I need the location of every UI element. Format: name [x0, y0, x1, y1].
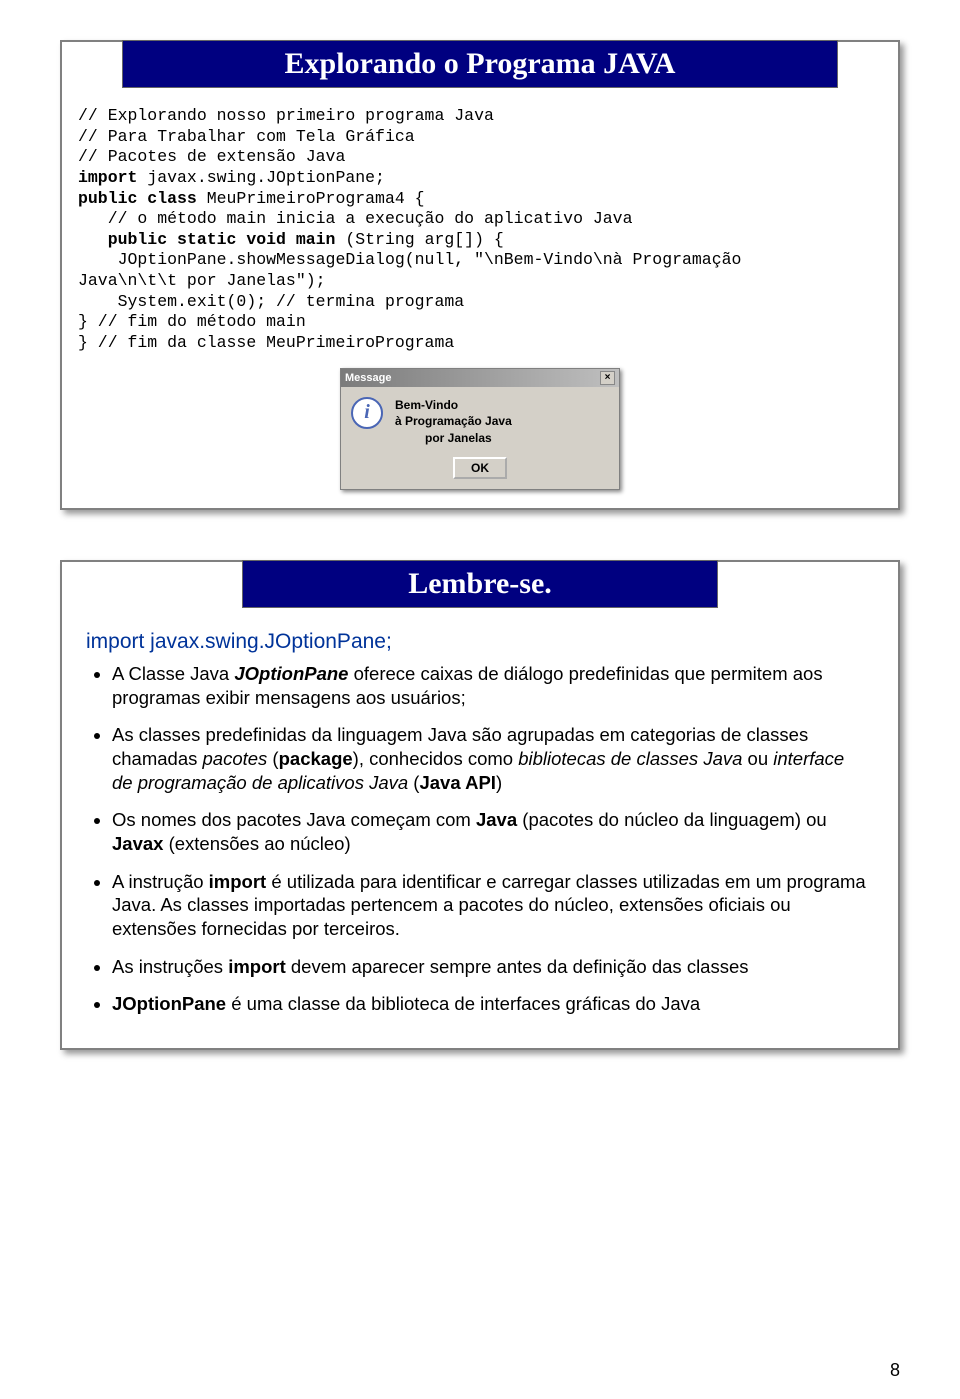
code-line: // o método main inicia a execução do ap…	[78, 209, 633, 228]
code-block: // Explorando nosso primeiro programa Ja…	[62, 106, 898, 354]
code-line: (String arg[]) {	[335, 230, 503, 249]
text: é uma classe da biblioteca de interfaces…	[226, 993, 700, 1014]
list-item: As instruções import devem aparecer semp…	[112, 955, 868, 979]
text: As instruções	[112, 956, 228, 977]
code-keyword: public class	[78, 189, 197, 208]
code-keyword: import	[78, 168, 137, 187]
text-bold: Javax	[112, 833, 163, 854]
text: A Classe Java	[112, 663, 234, 684]
slide1-title: Explorando o Programa JAVA	[122, 40, 838, 88]
slide-explorando: Explorando o Programa JAVA // Explorando…	[60, 40, 900, 510]
code-line: System.exit(0); // termina programa	[78, 292, 464, 311]
text: ou	[742, 748, 773, 769]
dialog-text-line: Bem-Vindo	[395, 398, 458, 412]
page-number: 8	[890, 1360, 900, 1381]
code-keyword: public static void main	[78, 230, 335, 249]
text: (	[267, 748, 278, 769]
bullet-list: A Classe Java JOptionPane oferece caixas…	[62, 662, 898, 1016]
code-line: } // fim da classe MeuPrimeiroPrograma	[78, 333, 454, 352]
dialog-wrap: Message × i Bem-Vindo à Programação Java…	[62, 368, 898, 490]
code-line: JOptionPane.showMessageDialog(null, "\nB…	[78, 250, 741, 269]
import-line: import javax.swing.JOptionPane;	[62, 626, 898, 662]
slide-lembrese: Lembre-se. import javax.swing.JOptionPan…	[60, 560, 900, 1050]
text-bold: import	[228, 956, 286, 977]
code-line: // Para Trabalhar com Tela Gráfica	[78, 127, 415, 146]
code-line: Java\n\t\t por Janelas");	[78, 271, 326, 290]
text: (pacotes do núcleo da linguagem) ou	[517, 809, 827, 830]
dialog-title: Message	[345, 372, 391, 384]
info-icon: i	[351, 397, 383, 429]
dialog-titlebar: Message ×	[341, 369, 619, 387]
dialog-body: i Bem-Vindo à Programação Java por Janel…	[341, 387, 619, 453]
code-line: javax.swing.JOptionPane;	[137, 168, 385, 187]
list-item: As classes predefinidas da linguagem Jav…	[112, 723, 868, 794]
code-line: // Pacotes de extensão Java	[78, 147, 345, 166]
text: (extensões ao núcleo)	[163, 833, 350, 854]
dialog-button-row: OK	[341, 453, 619, 489]
text: ), conhecidos como	[353, 748, 519, 769]
list-item: A instrução import é utilizada para iden…	[112, 870, 868, 941]
text-italic: bibliotecas de classes Java	[518, 748, 742, 769]
text: (	[408, 772, 419, 793]
code-line: } // fim do método main	[78, 312, 306, 331]
text: Os nomes dos pacotes Java começam com	[112, 809, 476, 830]
text: A instrução	[112, 871, 209, 892]
text-bold-italic: JOptionPane	[234, 663, 348, 684]
text-bold: import	[209, 871, 267, 892]
text: )	[496, 772, 502, 793]
text-bold: Java	[476, 809, 517, 830]
list-item: Os nomes dos pacotes Java começam com Ja…	[112, 808, 868, 855]
text-bold: package	[279, 748, 353, 769]
text-bold: Java API	[419, 772, 495, 793]
close-icon[interactable]: ×	[600, 371, 615, 385]
dialog-text-line: à Programação Java	[395, 414, 512, 428]
slide2-title: Lembre-se.	[242, 560, 718, 608]
list-item: A Classe Java JOptionPane oferece caixas…	[112, 662, 868, 709]
dialog-text: Bem-Vindo à Programação Java por Janelas	[395, 397, 512, 447]
text: devem aparecer sempre antes da definição…	[286, 956, 749, 977]
text-bold: JOptionPane	[112, 993, 226, 1014]
message-dialog: Message × i Bem-Vindo à Programação Java…	[340, 368, 620, 490]
list-item: JOptionPane é uma classe da biblioteca d…	[112, 992, 868, 1016]
code-line: MeuPrimeiroPrograma4 {	[197, 189, 425, 208]
ok-button[interactable]: OK	[453, 457, 507, 479]
text-italic: pacotes	[203, 748, 268, 769]
dialog-text-line: por Janelas	[395, 431, 492, 445]
code-line: // Explorando nosso primeiro programa Ja…	[78, 106, 494, 125]
